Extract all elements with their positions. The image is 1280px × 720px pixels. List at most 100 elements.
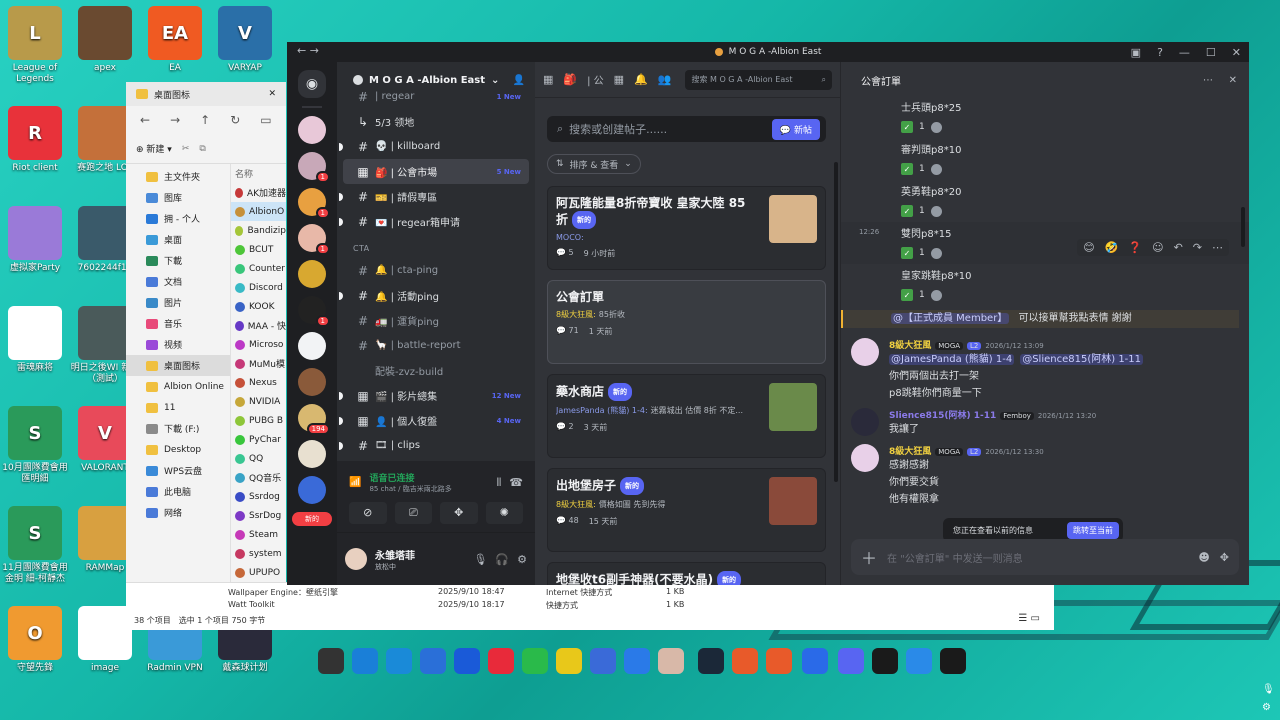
checkmark-reaction-icon[interactable]: ✓ xyxy=(901,205,913,217)
taskbar-app-icon[interactable] xyxy=(386,648,412,674)
forum-post-card[interactable]: 藥水商店 新的 JamesPanda (熊貓) 1-4: 迷霧城出 估價 8折 不定.… xyxy=(547,374,826,458)
file-row[interactable]: PyChar xyxy=(231,430,286,449)
help-icon[interactable]: ? xyxy=(1157,46,1163,59)
channel-item[interactable]: 配裝-zvz-build xyxy=(343,358,529,383)
server-search-input[interactable]: 搜索 M O G A -Albion East ⌕ xyxy=(685,69,832,90)
checkmark-reaction-icon[interactable]: ✓ xyxy=(901,289,913,301)
role-mention[interactable]: @【正式成員 Member】 xyxy=(891,313,1010,324)
taskbar-app-icon[interactable] xyxy=(698,648,724,674)
taskbar-app-icon[interactable] xyxy=(352,648,378,674)
add-reaction-icon[interactable] xyxy=(930,163,942,175)
channel-item[interactable]: # | regear 1 New xyxy=(343,84,529,109)
file-row[interactable]: system xyxy=(231,544,286,563)
server-icon[interactable] xyxy=(298,368,326,396)
file-row[interactable]: Discord xyxy=(231,278,286,297)
disconnect-icon[interactable]: ☎ xyxy=(509,476,523,489)
file-row[interactable]: QQ xyxy=(231,449,286,468)
threads-icon[interactable]: ▦ xyxy=(614,73,624,86)
voice-channel-name[interactable]: 85 chat / 臨吉米兩北路多 xyxy=(369,484,451,494)
server-icon[interactable]: 1 xyxy=(298,188,330,219)
desktop-shortcut[interactable]: V VARYAP xyxy=(210,6,280,74)
file-row[interactable]: AK加速器 xyxy=(231,183,286,202)
taskbar-app-icon[interactable] xyxy=(318,648,344,674)
camera-off-button[interactable]: ⊘ xyxy=(349,502,387,524)
nav-item[interactable]: 桌面 xyxy=(126,229,230,250)
desktop-shortcut[interactable]: S 10月團隊費會用 匯明細 xyxy=(0,406,70,485)
microphone-icon[interactable]: 🎙 xyxy=(1262,684,1275,695)
jump-to-present-button[interactable]: 跳转至当前 xyxy=(1067,521,1119,539)
channel-item[interactable]: ▦ 🎒 | 公會市場 5 New xyxy=(343,159,529,184)
file-row[interactable]: Bandizip xyxy=(231,221,286,240)
taskbar-app-icon[interactable] xyxy=(872,648,898,674)
plus-icon[interactable]: ＋ xyxy=(861,545,877,569)
nav-item[interactable]: 此电脑 xyxy=(126,481,230,502)
file-row[interactable]: BCUT xyxy=(231,240,286,259)
close-icon[interactable]: ✕ xyxy=(1232,46,1241,59)
reaction-icon[interactable]: 🤣 xyxy=(1105,241,1119,254)
category-header[interactable]: CTA xyxy=(337,234,535,258)
more-icon[interactable]: ⋯ xyxy=(1203,75,1213,86)
taskbar-app-icon[interactable] xyxy=(590,648,616,674)
message-author[interactable]: 8級大狂風 MOGA L2 2026/1/12 13:30 xyxy=(889,444,1044,457)
nav-item[interactable]: 图库 xyxy=(126,187,230,208)
settings-icon[interactable]: ⚙ xyxy=(1262,702,1271,713)
nav-item[interactable]: WPS云盘 xyxy=(126,460,230,481)
inbox-icon[interactable]: ▣ xyxy=(1131,46,1141,59)
copy-icon[interactable]: ⧉ xyxy=(199,144,205,154)
file-row[interactable]: Counter xyxy=(231,259,286,278)
soundboard-button[interactable]: ✺ xyxy=(485,502,523,524)
nav-item[interactable]: 下載 (F:) xyxy=(126,418,230,439)
channel-item[interactable]: # 🎫 | 請假專區 xyxy=(339,184,529,209)
reaction-icon[interactable]: ❓ xyxy=(1128,241,1142,254)
screen-share-button[interactable]: ⎚ xyxy=(394,502,432,524)
avatar[interactable] xyxy=(851,444,879,472)
taskbar-app-icon[interactable] xyxy=(420,648,446,674)
file-row[interactable]: AlbionO xyxy=(231,202,286,221)
discord-home-icon[interactable]: ◉ xyxy=(298,70,326,98)
forum-post-card[interactable]: 公會訂單 8級大狂風: 85折收 💬 71 1 天前 xyxy=(547,280,826,364)
nav-item[interactable]: 下載 xyxy=(126,250,230,271)
server-icon[interactable] xyxy=(298,332,326,360)
channel-item[interactable]: # 🔔 | cta-ping xyxy=(343,258,529,283)
file-row[interactable]: SsrDog xyxy=(231,506,286,525)
cut-icon[interactable]: ✂ xyxy=(182,144,190,154)
user-mention[interactable]: @JamesPanda (熊貓) 1-4 xyxy=(889,354,1015,365)
members-icon[interactable]: 👥 xyxy=(658,73,672,86)
close-icon[interactable]: ✕ xyxy=(268,89,276,99)
add-reaction-icon[interactable] xyxy=(930,247,942,259)
microphone-icon[interactable]: 🎙 xyxy=(473,553,487,566)
taskbar-app-icon[interactable] xyxy=(556,648,582,674)
more-icon[interactable]: ⋯ xyxy=(1212,241,1223,254)
taskbar-app-icon[interactable] xyxy=(488,648,514,674)
gear-icon[interactable]: ⚙ xyxy=(517,553,527,566)
forum-post-card[interactable]: 出地堡房子 新的 8級大狂風: 價格如圖 先到先得 💬 48 15 天前 xyxy=(547,468,826,552)
server-icon[interactable] xyxy=(298,476,326,504)
taskbar-app-icon[interactable] xyxy=(906,648,932,674)
file-row[interactable]: MuMu模 xyxy=(231,354,286,373)
taskbar-app-icon[interactable] xyxy=(454,648,480,674)
scrollbar[interactable] xyxy=(1241,207,1245,247)
checkmark-reaction-icon[interactable]: ✓ xyxy=(901,247,913,259)
add-reaction-icon[interactable] xyxy=(930,121,942,133)
server-icon[interactable] xyxy=(298,116,326,144)
bell-icon[interactable]: 🔔 xyxy=(634,73,648,86)
reply-icon[interactable]: ↶ xyxy=(1174,241,1183,254)
file-row[interactable]: QQ音乐 xyxy=(231,468,286,487)
file-row[interactable]: UPUPO xyxy=(231,563,286,582)
forward-icon[interactable]: → xyxy=(170,113,180,127)
message-composer[interactable]: ＋ 在 "公會訂單" 中发送一则消息 ☻ ✥ xyxy=(851,539,1239,575)
desktop-shortcut[interactable]: EA EA xyxy=(140,6,210,74)
nav-item[interactable]: 拥 - 个人 xyxy=(126,208,230,229)
channel-item[interactable]: # 🔔 | 活動ping xyxy=(339,283,529,308)
taskbar-app-icon[interactable] xyxy=(658,648,684,674)
taskbar-app-icon[interactable] xyxy=(838,648,864,674)
channel-item[interactable]: ▦ 🎬 | 影片總集 12 New xyxy=(339,383,529,408)
taskbar-app-icon[interactable] xyxy=(522,648,548,674)
emoji-icon[interactable]: ☻ xyxy=(1198,551,1209,564)
desktop-shortcut[interactable]: 雷魂麻将 xyxy=(0,306,70,374)
nav-item[interactable]: 网络 xyxy=(126,502,230,523)
file-row[interactable]: PUBG B xyxy=(231,411,286,430)
checkmark-reaction-icon[interactable]: ✓ xyxy=(901,163,913,175)
reaction-icon[interactable]: 😊 xyxy=(1083,241,1094,254)
channel-item[interactable]: ↳ 5/3 领地 xyxy=(343,109,529,134)
